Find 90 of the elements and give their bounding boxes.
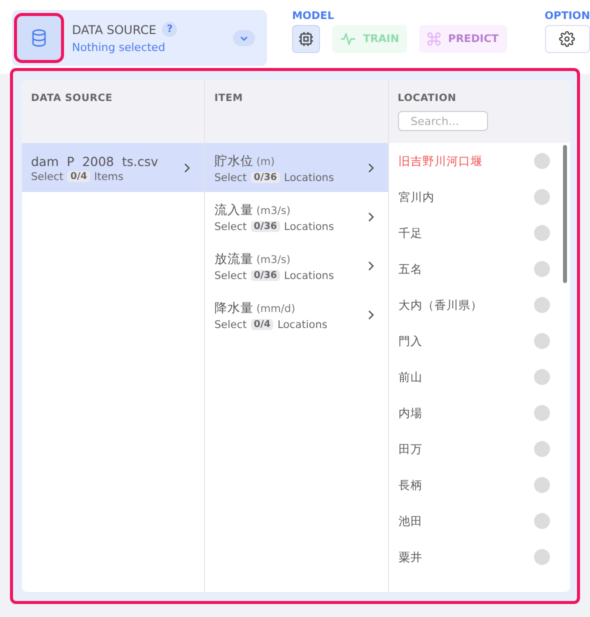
location-item[interactable]: 旧吉野川河口堰 — [388, 143, 570, 179]
database-icon — [31, 29, 47, 47]
item-row[interactable]: 放流量 (m3/s) Select 0/36 Locations — [205, 241, 388, 290]
chevron-right-icon — [368, 212, 374, 222]
select-label: Select — [214, 270, 247, 282]
pulse-icon — [340, 33, 356, 45]
unit-label: Locations — [277, 318, 328, 330]
select-label: Select — [214, 220, 247, 232]
location-name: 門入 — [398, 334, 423, 348]
radio-button[interactable] — [534, 405, 550, 421]
item-name: 降水量 — [214, 300, 254, 316]
radio-button[interactable] — [534, 225, 550, 241]
item-row[interactable]: 流入量 (m3/s) Select 0/36 Locations — [205, 192, 388, 241]
data-source-item[interactable]: dam P 2008 ts.csv Select 0/4 Items — [22, 143, 204, 192]
column-header: DATA SOURCE — [31, 93, 114, 104]
unit-text: (m) — [256, 156, 275, 168]
select-label: Select — [214, 172, 247, 184]
chevron-right-icon — [184, 163, 190, 173]
location-name: 粟井 — [398, 550, 423, 564]
count-badge: 0/36 — [250, 221, 280, 232]
settings-icon — [559, 31, 576, 47]
location-item[interactable]: 宮川内 — [388, 179, 570, 215]
item-row[interactable]: 貯水位 (m) Select 0/36 Locations — [205, 143, 388, 192]
dropdown-button[interactable] — [233, 30, 256, 46]
data-source-title: DATA SOURCE — [72, 22, 156, 36]
unit-label: Locations — [284, 220, 334, 232]
location-name: 内場 — [398, 406, 423, 420]
selection-status: Nothing selected — [72, 41, 166, 54]
location-item[interactable]: 門入 — [388, 323, 570, 359]
command-icon — [427, 32, 442, 46]
column-header: ITEM — [214, 93, 244, 104]
radio-button[interactable] — [534, 477, 550, 493]
location-name: 宮川内 — [398, 190, 435, 204]
location-name: 田万 — [398, 442, 423, 456]
count-badge: 0/4 — [67, 171, 90, 182]
item-name: 貯水位 — [214, 152, 254, 170]
radio-button[interactable] — [534, 549, 550, 565]
search-field[interactable]: Search... — [398, 111, 488, 131]
location-item[interactable]: 千足 — [388, 215, 570, 251]
column-header: LOCATION — [398, 93, 458, 104]
location-item[interactable]: 田万 — [388, 431, 570, 467]
location-item[interactable]: 池田 — [388, 503, 570, 539]
unit-text: (m3/s) — [256, 204, 290, 216]
unit-label: Locations — [284, 270, 334, 282]
chip-icon — [298, 31, 314, 47]
location-name: 前山 — [398, 370, 423, 384]
location-name: 千足 — [398, 226, 423, 240]
chevron-right-icon — [368, 310, 374, 320]
data-source-card[interactable]: DATA SOURCE ? Nothing selected — [12, 10, 268, 66]
location-name: 池田 — [398, 514, 423, 528]
location-name: 大内（香川県） — [398, 298, 483, 312]
select-label: Select — [31, 170, 64, 182]
select-label: Select — [214, 318, 247, 330]
settings-button[interactable] — [544, 25, 590, 53]
location-item[interactable]: 五名 — [388, 251, 570, 287]
database-button[interactable] — [14, 13, 64, 63]
unit-text: (m3/s) — [256, 254, 290, 266]
radio-button[interactable] — [534, 297, 550, 313]
model-label: MODEL — [292, 10, 336, 22]
unit-label: Locations — [284, 172, 334, 184]
location-name: 長柄 — [398, 478, 423, 492]
chevron-right-icon — [368, 261, 374, 271]
radio-button[interactable] — [534, 261, 550, 277]
radio-button[interactable] — [534, 369, 550, 385]
radio-button[interactable] — [534, 333, 550, 349]
unit-label: Items — [94, 170, 124, 182]
file-name: dam P 2008 ts.csv — [31, 154, 160, 168]
radio-button[interactable] — [534, 513, 550, 529]
count-badge: 0/36 — [250, 270, 280, 281]
chevron-down-icon — [240, 36, 248, 40]
radio-button[interactable] — [534, 441, 550, 457]
count-badge: 0/4 — [250, 319, 274, 330]
unit-text: (mm/d) — [256, 302, 296, 314]
option-label: OPTION — [544, 10, 590, 22]
item-row[interactable]: 降水量 (mm/d) Select 0/4 Locations — [205, 290, 388, 339]
item-name: 流入量 — [214, 202, 254, 218]
chevron-right-icon — [368, 163, 374, 173]
scrollbar[interactable] — [562, 145, 567, 283]
model-button[interactable] — [292, 25, 320, 53]
radio-button[interactable] — [534, 189, 550, 205]
location-name: 旧吉野川河口堰 — [398, 154, 483, 168]
location-item[interactable]: 長柄 — [388, 467, 570, 503]
location-item[interactable]: 粟井 — [388, 539, 570, 575]
location-item[interactable]: 前山 — [388, 359, 570, 395]
radio-button[interactable] — [534, 153, 550, 169]
location-item[interactable]: 大内（香川県） — [388, 287, 570, 323]
count-badge: 0/36 — [250, 172, 280, 183]
location-item[interactable]: 内場 — [388, 395, 570, 431]
location-name: 五名 — [398, 262, 423, 276]
item-name: 放流量 — [214, 250, 254, 268]
